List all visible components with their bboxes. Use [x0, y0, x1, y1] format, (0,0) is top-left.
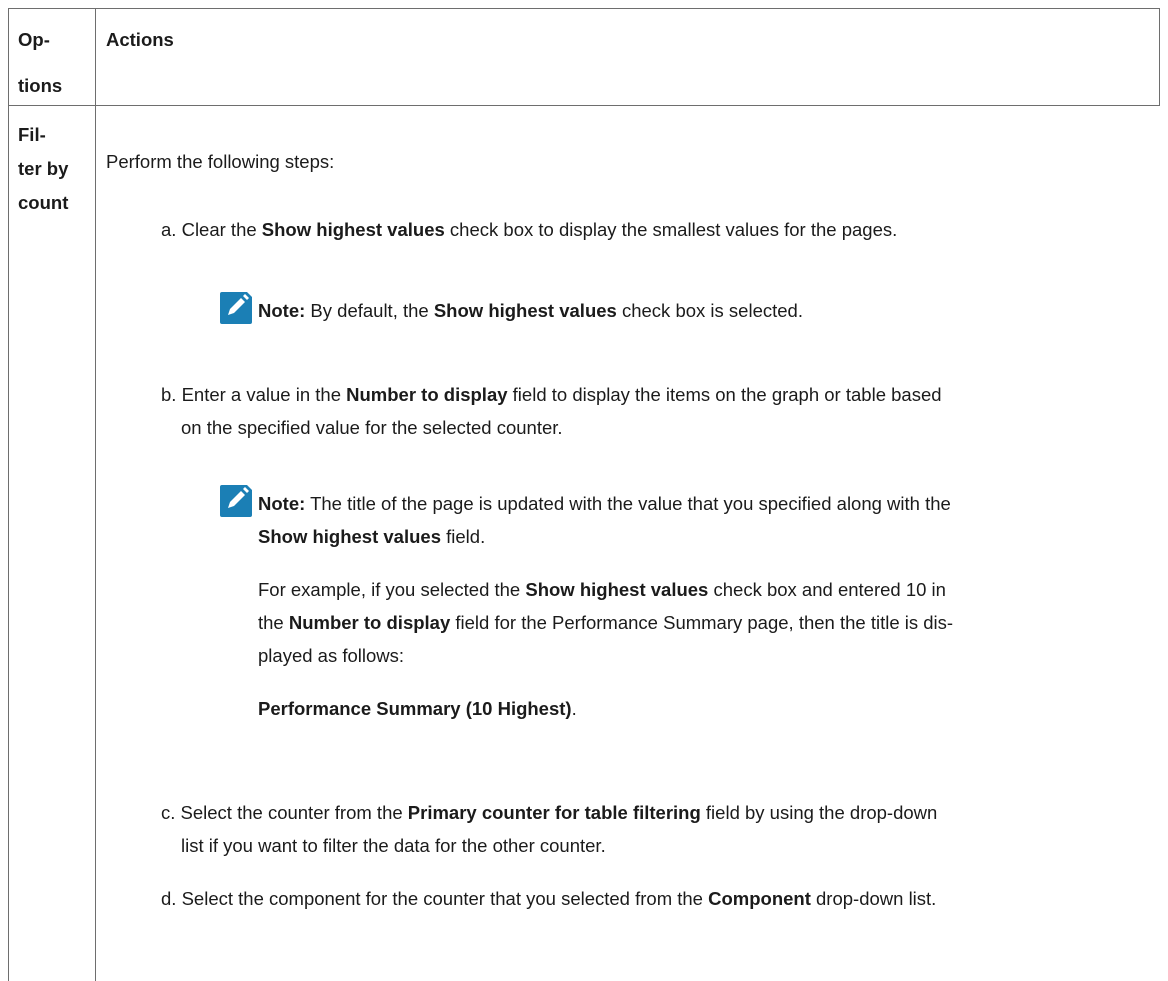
step-c-label: c. — [161, 802, 176, 823]
step-b-label: b. — [161, 384, 177, 405]
header-options-line1: Op- — [18, 29, 50, 50]
option-line2: ter by — [18, 158, 69, 179]
header-bottom-border — [8, 105, 1160, 106]
note-2-line2: Show highest values field. — [258, 525, 485, 549]
table-right-border — [1159, 8, 1160, 106]
header-actions: Actions — [106, 29, 174, 50]
table-left-border — [8, 8, 9, 981]
note-1-label: Note: — [258, 300, 306, 321]
step-b-text2: field to display the items on the graph … — [507, 384, 942, 405]
step-b: b. Enter a value in the Number to displa… — [161, 383, 942, 407]
note-1: Note: By default, the Show highest value… — [258, 299, 803, 323]
step-c-line2: list if you want to filter the data for … — [181, 835, 606, 856]
step-c: c. Select the counter from the Primary c… — [161, 801, 937, 825]
note-2-text: The title of the page is updated with th… — [305, 493, 951, 514]
step-a-label: a. — [161, 219, 177, 240]
step-d-label: d. — [161, 888, 177, 909]
example-title: Performance Summary (10 Highest). — [258, 697, 577, 721]
step-a-text2: check box to display the smallest values… — [444, 219, 898, 240]
step-a-bold: Show highest values — [261, 219, 445, 240]
step-d-text2: drop-down list. — [810, 888, 937, 909]
example-l2-text: the — [258, 612, 289, 633]
step-a-text: Clear the — [181, 219, 262, 240]
note-2-text2: field. — [441, 526, 486, 547]
note-2-bold: Show highest values — [258, 526, 441, 547]
example-l1-text: For example, if you selected the — [258, 579, 526, 600]
step-c-bold: Primary counter for table filtering — [407, 802, 701, 823]
step-c-text2: field by using the drop-down — [700, 802, 938, 823]
header-options-line2: tions — [18, 75, 63, 96]
note-1-bold: Show highest values — [433, 300, 617, 321]
step-b-text: Enter a value in the — [181, 384, 347, 405]
step-d: d. Select the component for the counter … — [161, 887, 936, 911]
step-a: a. Clear the Show highest values check b… — [161, 218, 897, 242]
note-2-label: Note: — [258, 493, 306, 514]
step-b-bold: Number to display — [346, 384, 508, 405]
example-line2: the Number to display field for the Perf… — [258, 611, 953, 635]
intro-text: Perform the following steps: — [106, 151, 335, 172]
example-title-bold: Performance Summary (10 Highest) — [258, 698, 572, 719]
pencil-note-icon — [220, 292, 252, 324]
pencil-note-icon — [220, 485, 252, 517]
step-d-bold: Component — [708, 888, 811, 909]
example-line1: For example, if you selected the Show hi… — [258, 578, 946, 602]
note-2-line1: Note: The title of the page is updated w… — [258, 492, 951, 516]
note-1-text2: check box is selected. — [616, 300, 803, 321]
example-l2-bold: Number to display — [288, 612, 451, 633]
step-b-line2: on the specified value for the selected … — [181, 417, 563, 438]
example-line3: played as follows: — [258, 645, 405, 666]
step-d-text: Select the component for the counter tha… — [181, 888, 709, 909]
option-line1: Fil- — [18, 124, 46, 145]
example-l1-bold: Show highest values — [525, 579, 709, 600]
table-top-border — [8, 8, 1160, 9]
example-l1-text2: check box and entered 10 in — [708, 579, 946, 600]
example-title-end: . — [571, 698, 577, 719]
note-1-text: By default, the — [305, 300, 434, 321]
option-line3: count — [18, 192, 69, 213]
column-divider — [95, 8, 96, 981]
example-l2-text2: field for the Performance Summary page, … — [450, 612, 954, 633]
step-c-text: Select the counter from the — [180, 802, 408, 823]
